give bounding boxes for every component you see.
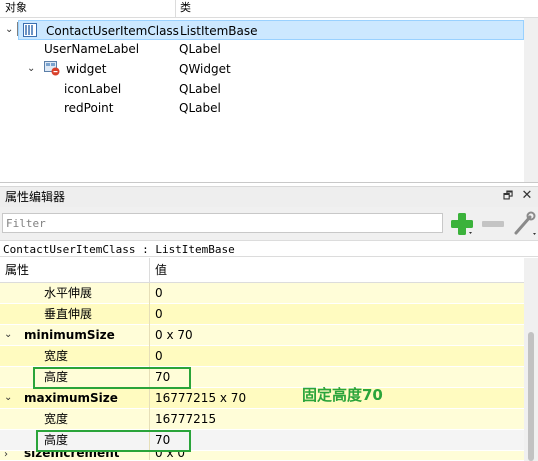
row-separator	[149, 346, 150, 367]
property-name: minimumSize	[24, 328, 115, 342]
scrollbar-thumb[interactable]	[528, 332, 534, 461]
tree-item-name: iconLabel	[64, 82, 122, 96]
class-name-line: ContactUserItemClass : ListItemBase	[0, 240, 538, 257]
float-icon[interactable]: 🗗	[501, 189, 515, 203]
row-separator	[149, 325, 150, 346]
property-row-max-width[interactable]: 宽度 16777215	[0, 409, 524, 430]
property-value[interactable]: 0 x 70	[155, 325, 193, 345]
property-name: 宽度	[44, 412, 69, 426]
property-value[interactable]: 0	[155, 283, 163, 303]
property-name: maximumSize	[24, 391, 118, 405]
row-separator	[149, 388, 150, 409]
tree-item-class: QWidget	[179, 62, 231, 76]
property-name: sizeIncrement	[24, 451, 120, 460]
row-separator	[149, 451, 150, 460]
highlight-box-max-height	[36, 430, 191, 452]
wrench-icon[interactable]	[512, 211, 538, 240]
row-separator	[149, 409, 150, 430]
property-editor-scrollbar[interactable]	[524, 258, 538, 461]
expand-chevron-icon[interactable]: ›	[4, 451, 8, 460]
property-editor-titlebar[interactable]: 属性编辑器 🗗 ✕	[0, 186, 538, 207]
tree-item-name: ContactUserItemClass	[46, 24, 179, 38]
tree-row-iconlabel[interactable]: iconLabel QLabel	[0, 79, 524, 99]
expand-chevron-icon[interactable]: ⌄	[4, 388, 12, 408]
header-divider	[175, 0, 176, 17]
annotation-label: 固定高度70	[302, 386, 383, 404]
panel-border	[0, 182, 538, 183]
tree-item-class: QLabel	[179, 82, 221, 96]
column-header-object[interactable]: 对象	[5, 0, 27, 16]
row-separator	[149, 304, 150, 325]
property-row-minimumsize[interactable]: ⌄ minimumSize 0 x 70	[0, 325, 524, 346]
tree-item-class: QLabel	[179, 42, 221, 56]
object-inspector-header: 对象 类	[0, 0, 538, 18]
expand-chevron-icon[interactable]: ⌄	[27, 59, 35, 79]
property-name: 垂直伸展	[44, 307, 93, 321]
object-inspector: 对象 类 ContactUserItemClass ListItemBase ⌄…	[0, 0, 538, 183]
column-header-value[interactable]: 值	[155, 258, 167, 282]
property-toolbar	[0, 207, 538, 240]
property-name: 水平伸展	[44, 286, 93, 300]
expand-chevron-icon[interactable]: ⌄	[4, 325, 12, 345]
expand-chevron-icon[interactable]: ⌄	[5, 20, 13, 40]
row-separator	[149, 283, 150, 304]
property-row-sizeincrement[interactable]: › sizeIncrement 0 x 0	[0, 451, 524, 461]
column-header-class[interactable]: 类	[180, 0, 191, 16]
property-row-horizontal-stretch[interactable]: 水平伸展 0	[0, 283, 524, 304]
close-icon[interactable]: ✕	[520, 189, 534, 203]
form-icon	[23, 21, 37, 41]
property-table-header: 属性 值	[0, 258, 524, 283]
property-row-vertical-stretch[interactable]: 垂直伸展 0	[0, 304, 524, 325]
highlight-box-min-height	[33, 367, 191, 389]
tree-item-name: UserNameLabel	[44, 42, 140, 56]
property-value[interactable]: 0 x 0	[155, 451, 185, 460]
property-value[interactable]: 0	[155, 346, 163, 366]
row-separator	[17, 22, 18, 36]
tree-row-widget[interactable]: ⌄ widget QWidget	[0, 59, 524, 79]
tree-row-usernamelabel[interactable]: UserNameLabel QLabel	[0, 39, 524, 59]
property-row-maximumsize[interactable]: ⌄ maximumSize 16777215 x 70	[0, 388, 524, 409]
tree-row-contactuseritemclass[interactable]: ContactUserItemClass ListItemBase	[18, 20, 524, 40]
tree-item-class: ListItemBase	[180, 24, 258, 38]
header-divider	[149, 258, 150, 282]
property-name: 宽度	[44, 349, 69, 363]
add-property-icon[interactable]	[450, 212, 474, 239]
property-value[interactable]: 16777215 x 70	[155, 388, 246, 408]
column-header-property[interactable]: 属性	[5, 258, 29, 282]
widget-icon	[44, 59, 60, 79]
property-row-min-width[interactable]: 宽度 0	[0, 346, 524, 367]
dock-title: 属性编辑器	[5, 190, 66, 204]
tree-item-class: QLabel	[179, 101, 221, 115]
filter-input[interactable]	[2, 213, 443, 233]
tree-item-name: redPoint	[64, 101, 114, 115]
object-inspector-scrollbar[interactable]	[524, 18, 538, 183]
remove-property-icon[interactable]	[482, 221, 504, 227]
tree-row-redpoint[interactable]: redPoint QLabel	[0, 98, 524, 118]
property-value[interactable]: 16777215	[155, 409, 216, 429]
property-value[interactable]: 0	[155, 304, 163, 324]
tree-item-name: widget	[66, 62, 107, 76]
